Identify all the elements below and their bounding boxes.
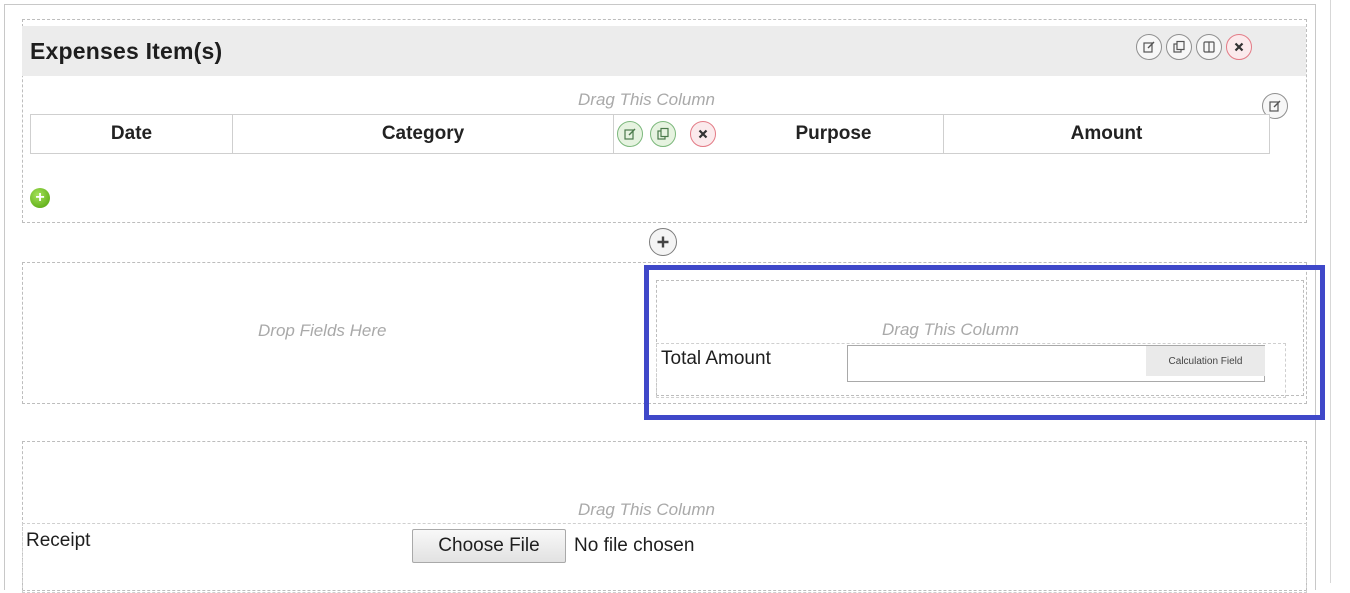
section-columns-button[interactable] <box>1196 34 1222 60</box>
section-copy-button[interactable] <box>1166 34 1192 60</box>
close-icon <box>698 129 708 139</box>
plus-icon <box>657 236 669 248</box>
section-delete-button[interactable] <box>1226 34 1252 60</box>
plus-icon: + <box>35 189 45 206</box>
column-edit-button[interactable] <box>617 121 643 147</box>
section-edit-button[interactable] <box>1136 34 1162 60</box>
column-drag-label[interactable]: Drag This Column <box>882 320 1019 340</box>
copy-icon <box>657 127 669 140</box>
receipt-label: Receipt <box>26 530 91 551</box>
edit-icon <box>624 128 636 140</box>
drop-fields-placeholder: Drop Fields Here <box>258 321 387 340</box>
close-icon <box>1234 42 1244 52</box>
edit-icon <box>1143 41 1155 53</box>
calculation-field-badge: Calculation Field <box>1146 346 1265 376</box>
column-header-amount[interactable]: Amount <box>944 115 1269 153</box>
edit-icon <box>1269 100 1281 112</box>
column-copy-button[interactable] <box>650 121 676 147</box>
table-drag-label[interactable]: Drag This Column <box>578 90 715 110</box>
copy-icon <box>1173 40 1185 53</box>
column-header-date[interactable]: Date <box>31 115 233 153</box>
total-amount-label: Total Amount <box>661 348 771 369</box>
receipt-drag-label[interactable]: Drag This Column <box>578 500 715 520</box>
column-header-purpose-label: Purpose <box>795 123 872 144</box>
column-delete-button[interactable] <box>690 121 716 147</box>
section-title: Expenses Item(s) <box>30 38 223 64</box>
add-section-button[interactable] <box>649 228 677 256</box>
column-header-category[interactable]: Category <box>233 115 614 153</box>
add-row-button[interactable]: + <box>30 188 50 208</box>
canvas-divider <box>1330 0 1331 583</box>
columns-icon <box>1203 41 1215 53</box>
choose-file-button[interactable]: Choose File <box>412 529 566 563</box>
file-status-text: No file chosen <box>574 535 695 556</box>
